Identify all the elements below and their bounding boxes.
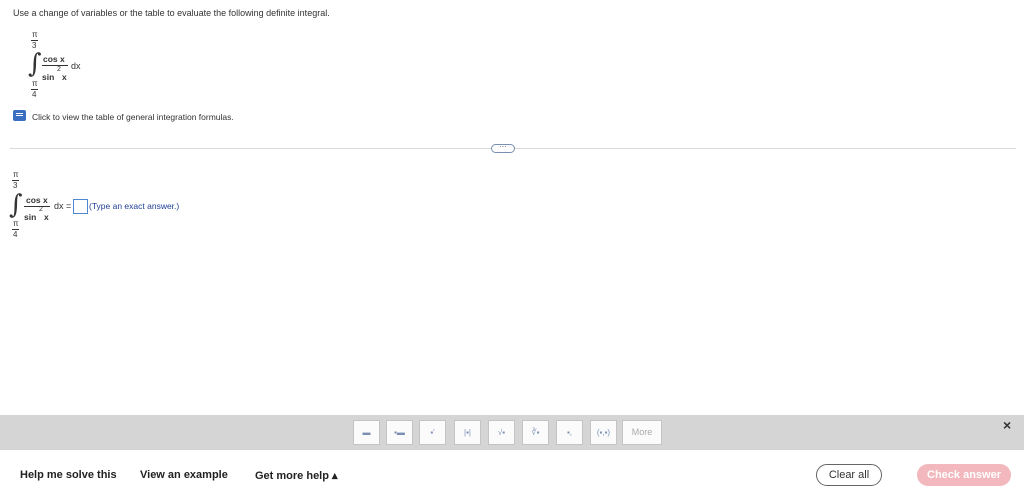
expand-handle[interactable]: ⋯ — [491, 144, 515, 153]
exponent-button[interactable]: ▪' — [419, 420, 446, 445]
integrand-numerator: cos x — [43, 54, 65, 64]
answer-upper-limit-numerator: π — [13, 170, 19, 179]
integral-sign: ∫ — [28, 49, 42, 79]
upper-limit-numerator: π — [32, 30, 38, 39]
differential: dx — [71, 61, 81, 71]
fraction-button[interactable]: ▬ — [353, 420, 380, 445]
answer-integrand-denominator-func: sin — [24, 212, 37, 222]
lower-limit-denominator: 4 — [32, 90, 37, 99]
answer-integrand-fraction-bar — [24, 206, 50, 207]
close-icon[interactable]: × — [1003, 417, 1011, 433]
book-icon[interactable] — [13, 110, 26, 121]
answer-input[interactable] — [73, 199, 88, 214]
answer-upper-limit-denominator: 3 — [13, 181, 18, 190]
answer-lower-limit-denominator: 4 — [13, 230, 18, 239]
help-me-solve-link[interactable]: Help me solve this — [20, 469, 117, 481]
question-prompt: Use a change of variables or the table t… — [13, 8, 330, 18]
view-example-link[interactable]: View an example — [140, 469, 228, 481]
answer-integrand-denominator-exponent: 2 — [39, 206, 43, 213]
get-more-help-link[interactable]: Get more help ▴ — [255, 469, 338, 482]
lower-limit-numerator: π — [32, 79, 38, 88]
integrand-denominator-exponent: 2 — [57, 66, 61, 73]
integrand-fraction-bar — [42, 65, 68, 66]
integration-table-link[interactable]: Click to view the table of general integ… — [32, 112, 234, 122]
more-button[interactable]: More — [622, 420, 662, 445]
mixed-number-button[interactable]: ▪▬ — [386, 420, 413, 445]
check-answer-button[interactable]: Check answer — [917, 464, 1011, 486]
answer-hint: (Type an exact answer.) — [89, 201, 180, 211]
square-root-button[interactable]: √▪ — [488, 420, 515, 445]
answer-lower-limit-numerator: π — [13, 219, 19, 228]
ordered-pair-button[interactable]: (▪,▪) — [590, 420, 617, 445]
clear-all-button[interactable]: Clear all — [816, 464, 882, 486]
decimal-button[interactable]: ▪, — [556, 420, 583, 445]
answer-integrand-denominator-var: x — [44, 212, 49, 222]
nth-root-button[interactable]: ∛▪ — [522, 420, 549, 445]
answer-equals-label: dx = — [54, 201, 72, 211]
integrand-denominator-func: sin — [42, 72, 55, 82]
answer-integrand-numerator: cos x — [26, 195, 48, 205]
absolute-value-button[interactable]: |▪| — [454, 420, 481, 445]
integrand-denominator-var: x — [62, 72, 67, 82]
answer-integral-sign: ∫ — [9, 190, 23, 220]
